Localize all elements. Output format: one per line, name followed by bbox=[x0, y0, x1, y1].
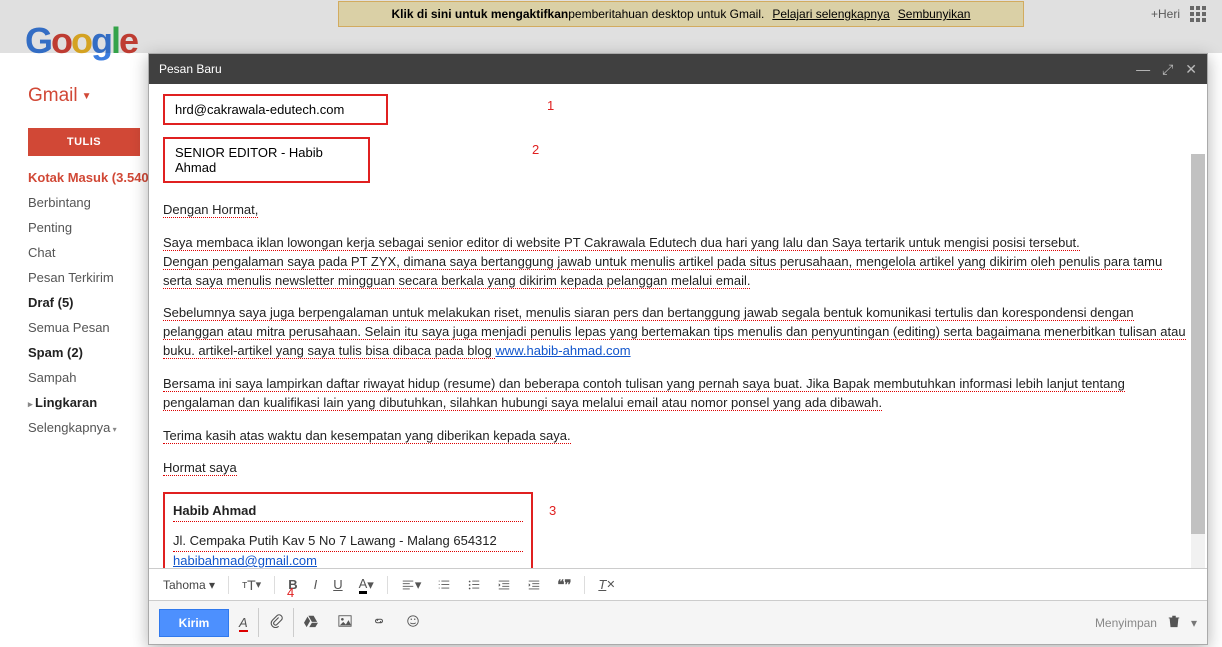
send-toolbar: Kirim A 4 Menyimpan ▾ bbox=[149, 600, 1207, 644]
indent-more-icon[interactable] bbox=[521, 574, 547, 596]
bullet-list-icon[interactable] bbox=[461, 574, 487, 596]
close-icon[interactable]: ✕ bbox=[1185, 61, 1197, 78]
sidebar-item[interactable]: Spam (2) bbox=[28, 340, 168, 365]
scrollbar[interactable] bbox=[1191, 154, 1205, 568]
sidebar-item[interactable]: Berbintang bbox=[28, 190, 168, 215]
italic-icon[interactable]: I bbox=[308, 573, 324, 596]
gmail-dropdown[interactable]: Gmail▼ bbox=[28, 85, 92, 107]
compose-title: Pesan Baru bbox=[159, 62, 222, 76]
annotation-1: 1 bbox=[547, 98, 554, 113]
link-icon[interactable] bbox=[362, 614, 396, 631]
notification-banner[interactable]: Klik di sini untuk mengaktifkan pemberit… bbox=[338, 1, 1024, 27]
signature-block: Habib Ahmad Jl. Cempaka Putih Kav 5 No 7… bbox=[163, 492, 533, 568]
emoji-icon[interactable] bbox=[396, 614, 430, 631]
sidebar-item[interactable]: Kotak Masuk (3.540 bbox=[28, 165, 168, 190]
notif-hide[interactable]: Sembunyikan bbox=[898, 7, 971, 21]
blog-link[interactable]: www.habib-ahmad.com bbox=[495, 343, 630, 358]
sidebar-item[interactable]: Pesan Terkirim bbox=[28, 265, 168, 290]
notif-bold: Klik di sini untuk mengaktifkan bbox=[392, 7, 569, 21]
more-options-icon[interactable]: ▾ bbox=[1191, 616, 1197, 630]
sidebar-item[interactable]: Lingkaran bbox=[28, 390, 168, 415]
annotation-3: 3 bbox=[549, 502, 556, 521]
sig-email[interactable]: habibahmad@gmail.com bbox=[173, 553, 317, 568]
indent-less-icon[interactable] bbox=[491, 574, 517, 596]
numbered-list-icon[interactable] bbox=[431, 574, 457, 596]
sidebar-item[interactable]: Selengkapnya bbox=[28, 415, 168, 440]
font-size-icon[interactable]: тT▾ bbox=[236, 573, 267, 597]
attach-file-icon[interactable] bbox=[258, 608, 294, 637]
google-logo: Google bbox=[25, 20, 137, 62]
apps-icon[interactable] bbox=[1190, 6, 1206, 22]
discard-icon[interactable] bbox=[1167, 614, 1181, 631]
to-field[interactable]: hrd@cakrawala-edutech.com bbox=[163, 94, 388, 125]
underline-icon[interactable]: U bbox=[327, 573, 348, 596]
photo-icon[interactable] bbox=[328, 614, 362, 631]
drive-icon[interactable] bbox=[294, 614, 328, 631]
sidebar-item[interactable]: Draf (5) bbox=[28, 290, 168, 315]
sidebar-item[interactable]: Semua Pesan bbox=[28, 315, 168, 340]
compose-body: hrd@cakrawala-edutech.com 1 SENIOR EDITO… bbox=[149, 84, 1207, 568]
sidebar-item[interactable]: Sampah bbox=[28, 365, 168, 390]
sidebar-item[interactable]: Penting bbox=[28, 215, 168, 240]
notif-text: pemberitahuan desktop untuk Gmail. bbox=[568, 7, 764, 21]
message-body[interactable]: Dengan Hormat, Saya membaca iklan lowong… bbox=[163, 201, 1193, 568]
sig-name: Habib Ahmad bbox=[173, 502, 523, 522]
compose-button[interactable]: TULIS bbox=[28, 128, 140, 156]
annotation-2: 2 bbox=[532, 142, 539, 157]
format-toggle-icon[interactable]: A bbox=[229, 615, 258, 630]
account-area: +Heri bbox=[1151, 6, 1206, 22]
align-icon[interactable]: ▾ bbox=[395, 573, 428, 597]
bold-icon[interactable]: B bbox=[282, 573, 303, 596]
sidebar-item[interactable]: Chat bbox=[28, 240, 168, 265]
compose-window: Pesan Baru — ⤢ ✕ hrd@cakrawala-edutech.c… bbox=[148, 53, 1208, 645]
saving-label: Menyimpan bbox=[1095, 616, 1157, 630]
quote-icon[interactable]: ❝❞ bbox=[551, 573, 577, 597]
compose-header[interactable]: Pesan Baru — ⤢ ✕ bbox=[149, 54, 1207, 84]
text-color-icon[interactable]: A▾ bbox=[353, 572, 380, 598]
subject-field[interactable]: SENIOR EDITOR - Habib Ahmad bbox=[163, 137, 370, 183]
notif-learn-more[interactable]: Pelajari selengkapnya bbox=[772, 7, 889, 21]
minimize-icon[interactable]: — bbox=[1136, 61, 1150, 77]
format-toolbar: Tahoma ▾ тT▾ B I U A▾ ▾ ❝❞ T✕ bbox=[149, 568, 1207, 600]
font-select[interactable]: Tahoma ▾ bbox=[157, 574, 221, 596]
sidebar-nav: Kotak Masuk (3.540BerbintangPentingChatP… bbox=[28, 165, 168, 440]
send-button[interactable]: Kirim bbox=[159, 609, 229, 637]
clear-format-icon[interactable]: T✕ bbox=[592, 573, 621, 596]
sig-address: Jl. Cempaka Putih Kav 5 No 7 Lawang - Ma… bbox=[173, 532, 523, 552]
popout-icon[interactable]: ⤢ bbox=[1162, 61, 1173, 78]
user-label[interactable]: +Heri bbox=[1151, 7, 1180, 21]
